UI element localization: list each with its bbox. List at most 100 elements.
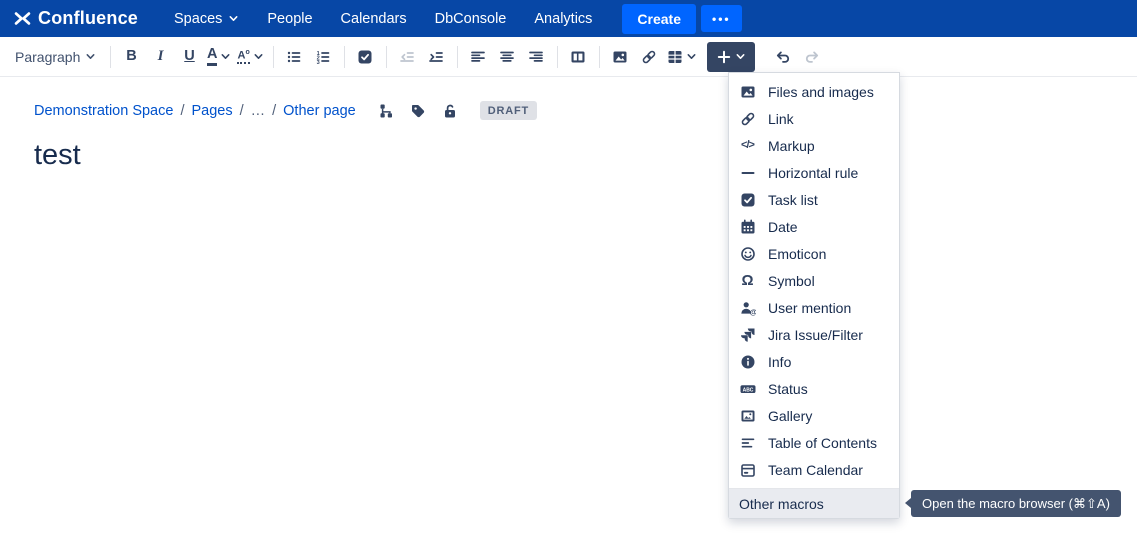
table-button[interactable] — [664, 42, 700, 72]
redo-icon — [804, 49, 820, 65]
brand-name: Confluence — [38, 8, 138, 29]
menu-item-label: Gallery — [768, 408, 812, 424]
align-center-icon — [499, 49, 515, 65]
align-left-button[interactable] — [464, 42, 493, 72]
bold-button[interactable]: B — [117, 42, 146, 72]
editor-content: Demonstration Space/Pages/…/Other page D… — [0, 101, 1137, 172]
align-right-button[interactable] — [522, 42, 551, 72]
nav-item-people[interactable]: People — [255, 4, 324, 34]
link-icon — [739, 111, 756, 127]
task-list-icon — [357, 49, 373, 65]
confluence-logo[interactable]: Confluence — [14, 8, 138, 29]
breadcrumb-separator: / — [272, 103, 276, 119]
numbered-list-button[interactable]: 123 — [309, 42, 338, 72]
breadcrumb-link-demonstration-space[interactable]: Demonstration Space — [34, 103, 173, 119]
info-icon — [739, 354, 756, 370]
bullet-list-button[interactable] — [280, 42, 309, 72]
indent-button[interactable] — [422, 42, 451, 72]
unlock-icon[interactable] — [442, 103, 458, 119]
nav-more-button[interactable]: ••• — [701, 5, 742, 32]
create-button[interactable]: Create — [622, 4, 696, 34]
align-center-button[interactable] — [493, 42, 522, 72]
editor-toolbar: Paragraph BIUAAo 123 — [0, 37, 1137, 77]
breadcrumb-ellipsis[interactable]: … — [251, 103, 266, 119]
breadcrumb-link-pages[interactable]: Pages — [191, 103, 232, 119]
toolbar-separator — [457, 46, 458, 68]
menu-item-files-and-images[interactable]: Files and images — [729, 78, 899, 105]
paragraph-style-dropdown[interactable]: Paragraph — [10, 42, 104, 72]
insert-more-button[interactable] — [707, 42, 755, 72]
undo-icon — [775, 49, 791, 65]
image-icon — [612, 49, 628, 65]
task-list-button[interactable] — [351, 42, 380, 72]
macro-browser-tooltip: Open the macro browser (⌘⇧A) — [911, 490, 1121, 517]
menu-item-label: User mention — [768, 300, 851, 316]
menu-item-table-of-contents[interactable]: Table of Contents — [729, 429, 899, 456]
files-images-button[interactable] — [606, 42, 635, 72]
undo-button[interactable] — [769, 42, 798, 72]
nav-item-spaces[interactable]: Spaces — [162, 4, 251, 34]
page-title[interactable]: test — [34, 139, 1137, 172]
link-button[interactable] — [635, 42, 664, 72]
text-color-button[interactable]: A — [204, 42, 234, 72]
chevron-down-icon — [228, 13, 239, 24]
nav-item-calendars[interactable]: Calendars — [329, 4, 419, 34]
markup-icon: </> — [739, 138, 756, 154]
indent-icon — [428, 49, 444, 65]
menu-item-gallery[interactable]: Gallery — [729, 402, 899, 429]
svg-text:3: 3 — [317, 60, 320, 65]
outdent-button — [393, 42, 422, 72]
menu-item-link[interactable]: Link — [729, 105, 899, 132]
menu-item-label: Markup — [768, 138, 815, 154]
label-tag-icon[interactable] — [410, 103, 426, 119]
menu-item-task-list[interactable]: Task list — [729, 186, 899, 213]
menu-item-label: Files and images — [768, 84, 874, 100]
menu-item-emoticon[interactable]: Emoticon — [729, 240, 899, 267]
page-layout-icon — [570, 49, 586, 65]
tooltip-text: Open the macro browser (⌘⇧A) — [922, 496, 1110, 512]
outdent-icon — [399, 49, 415, 65]
breadcrumb-link-other-page[interactable]: Other page — [283, 103, 356, 119]
menu-item-jira-issue-filter[interactable]: Jira Issue/Filter — [729, 321, 899, 348]
toolbar-separator — [557, 46, 558, 68]
menu-item-date[interactable]: Date — [729, 213, 899, 240]
underline-button[interactable]: U — [175, 42, 204, 72]
menu-item-team-calendar[interactable]: Team Calendar — [729, 456, 899, 483]
toolbar-separator — [599, 46, 600, 68]
svg-text:ABC: ABC — [742, 387, 753, 393]
nav-item-label: People — [267, 11, 312, 27]
underline-icon: U — [184, 49, 194, 64]
menu-item-info[interactable]: Info — [729, 348, 899, 375]
italic-button[interactable]: I — [146, 42, 175, 72]
menu-item-user-mention[interactable]: @ User mention — [729, 294, 899, 321]
menu-item-label: Team Calendar — [768, 462, 863, 478]
menu-item-label: Other macros — [739, 496, 824, 512]
user-mention-icon: @ — [739, 300, 756, 316]
team-calendar-icon — [739, 462, 756, 478]
breadcrumb-actions — [378, 103, 458, 119]
menu-item-other-macros[interactable]: Other macros — [729, 488, 899, 518]
top-nav: Confluence Spaces People Calendars DbConsol… — [0, 0, 1137, 37]
more-formatting-button[interactable]: Ao — [234, 42, 266, 72]
page-layout-button[interactable] — [564, 42, 593, 72]
menu-item-status[interactable]: ABCStatus — [729, 375, 899, 402]
insert-menu: Files and images Link </> Markup Horizontal … — [728, 72, 900, 519]
chevron-down-icon — [253, 51, 264, 62]
menu-item-markup[interactable]: </> Markup — [729, 132, 899, 159]
toolbar-separator — [273, 46, 274, 68]
nav-menu: Spaces People Calendars DbConsole Analytics — [162, 4, 604, 34]
nav-item-analytics[interactable]: Analytics — [522, 4, 604, 34]
nav-item-dbconsole[interactable]: DbConsole — [423, 4, 519, 34]
nav-item-label: DbConsole — [435, 11, 507, 27]
page-tree-icon[interactable] — [378, 103, 394, 119]
menu-item-label: Jira Issue/Filter — [768, 327, 863, 343]
breadcrumb-separator: / — [180, 103, 184, 119]
menu-item-symbol[interactable]: ΩSymbol — [729, 267, 899, 294]
menu-item-horizontal-rule[interactable]: Horizontal rule — [729, 159, 899, 186]
breadcrumb-separator: / — [240, 103, 244, 119]
chevron-down-icon — [85, 51, 96, 62]
toolbar-separator — [344, 46, 345, 68]
menu-item-label: Emoticon — [768, 246, 826, 262]
gallery-icon — [739, 408, 756, 424]
chevron-down-icon — [686, 51, 697, 62]
